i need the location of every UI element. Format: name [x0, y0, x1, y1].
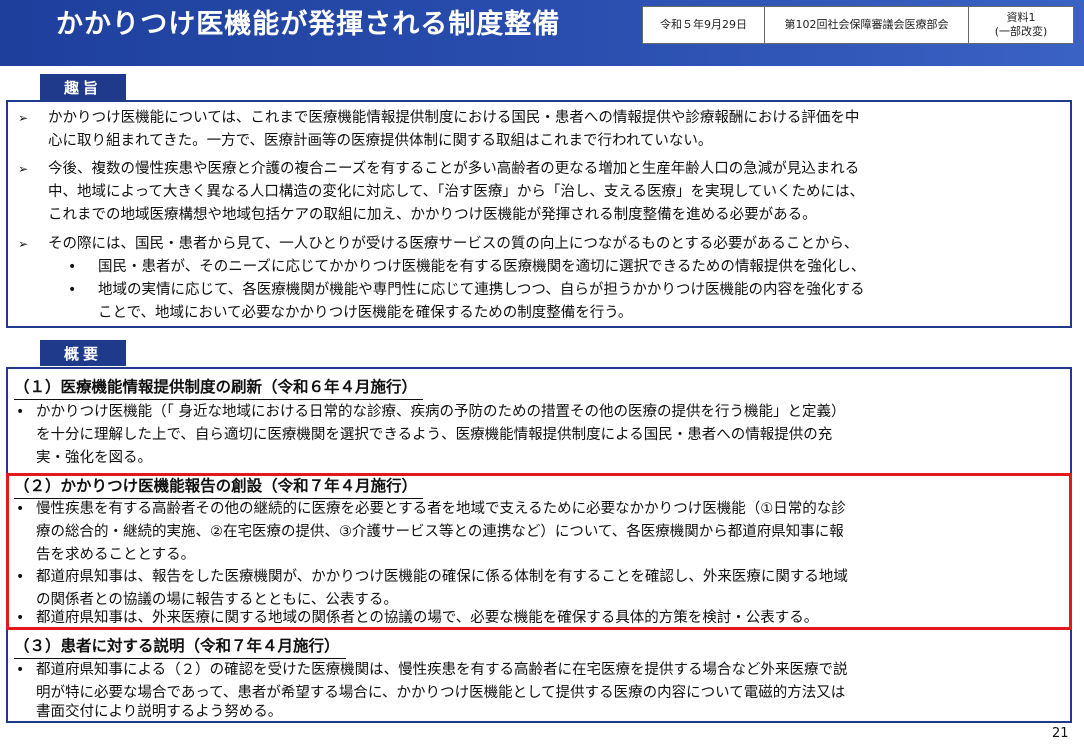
arrow-bullet-icon: ➢	[18, 111, 29, 125]
shushi-item-2-line-1: 今後、複数の慢性疾患や医療と介護の複合ニーズを有することが多い高齢者の更なる増加…	[48, 161, 860, 177]
meeting-date: 令和５年9月29日	[642, 6, 765, 44]
arrow-bullet-icon: ➢	[18, 237, 29, 251]
header-bar: かかりつけ医機能が発揮される制度整備 令和５年9月29日 第102回社会保障審議…	[0, 0, 1084, 66]
section-2-line-2: 療の総合的・継続的実施、②在宅医療の提供、③介護サービス等との連携など）について…	[36, 524, 844, 540]
shushi-item-3-sub-2: 地域の実情に応じて、各医療機関が機能や専門性に応じて連携しつつ、自らが担うかかり…	[98, 282, 865, 298]
section-3-line-1: 都道府県知事による（２）の確認を受けた医療機関は、慢性疾患を有する高齢者に在宅医…	[36, 662, 848, 678]
section-2-line-1: 慢性疾患を有する高齢者その他の継続的に医療を必要とする者を地域で支えるために必要…	[36, 501, 846, 517]
document-label: 資料1	[1006, 11, 1036, 24]
document-note: (一部改変)	[994, 25, 1048, 38]
bullet-dot-icon: •	[16, 404, 25, 420]
section-3-line-3: 書面交付により説明するよう努める。	[36, 704, 283, 720]
section-1-line-2: を十分に理解した上で、自ら適切に医療機関を選択できるよう、医療機能情報提供制度に…	[36, 427, 833, 443]
shushi-item-1-line-1: かかりつけ医機能については、これまで医療機能情報提供制度における国民・患者への情…	[48, 110, 860, 126]
bullet-dot-icon: •	[68, 259, 77, 275]
council-name: 第102回社会保障審議会医療部会	[764, 6, 969, 44]
section-1-line-1: かかりつけ医機能（「 身近な地域における日常的な診療、疾病の予防のための措置その…	[36, 404, 846, 420]
section-label-gaiyo: 概要	[40, 340, 126, 366]
bullet-dot-icon: •	[16, 662, 25, 678]
page-title: かかりつけ医機能が発揮される制度整備	[56, 9, 561, 40]
section-1-line-3: 実・強化を図る。	[36, 450, 152, 466]
shushi-item-3-sub-1: 国民・患者が、そのニーズに応じてかかりつけ医機能を有する医療機関を適切に選択でき…	[98, 259, 866, 275]
shushi-item-3-line-1: その際には、国民・患者から見て、一人ひとりが受ける医療サービスの質の向上につなが…	[48, 236, 859, 252]
bullet-dot-icon: •	[16, 569, 25, 585]
section-2-heading: （２）かかりつけ医機能報告の創設（令和７年４月施行）	[14, 474, 424, 499]
section-label-shushi: 趣旨	[40, 74, 126, 100]
section-2-line-6: 都道府県知事は、外来医療に関する地域の関係者との協議の場で、必要な機能を確保する…	[36, 610, 819, 626]
page-number: 21	[1052, 726, 1069, 741]
section-2-line-4: 都道府県知事は、報告をした医療機関が、かかりつけ医機能の確保に係る体制を有するこ…	[36, 569, 848, 585]
shushi-item-3-sub-3: ことで、地域において必要なかかりつけ医機能を確保するための制度整備を行う。	[98, 305, 633, 321]
section-3-heading: （３）患者に対する説明（令和７年４月施行）	[14, 634, 346, 659]
document-label-box: 資料1 (一部改変)	[968, 6, 1074, 44]
arrow-bullet-icon: ➢	[18, 162, 29, 176]
bullet-dot-icon: •	[16, 501, 25, 517]
shushi-item-1-line-2: 心に取り組まれてきた。一方で、医療計画等の医療提供体制に関する取組はこれまで行わ…	[48, 133, 713, 149]
shushi-item-2-line-3: これまでの地域医療構想や地域包括ケアの取組に加え、かかりつけ医機能が発揮される制…	[48, 207, 817, 223]
shushi-item-2-line-2: 中、地域によって大きく異なる人口構造の変化に対応して、「治す医療」から「治し、支…	[48, 184, 865, 200]
bullet-dot-icon: •	[16, 610, 25, 626]
bullet-dot-icon: •	[68, 282, 77, 298]
section-1-heading: （１）医療機能情報提供制度の刷新（令和６年４月施行）	[14, 375, 424, 400]
